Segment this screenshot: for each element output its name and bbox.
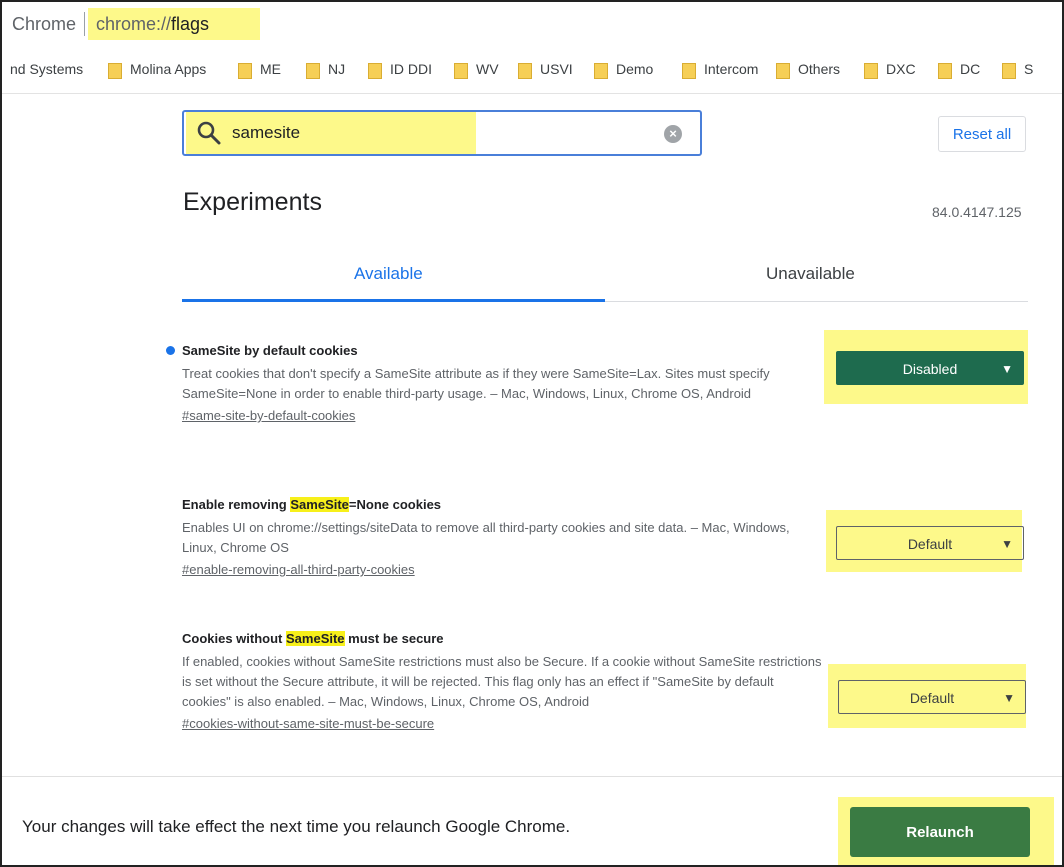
- reset-all-button[interactable]: Reset all: [938, 116, 1026, 152]
- experiment-select[interactable]: Disabled ▼: [836, 351, 1024, 385]
- bookmarks-bar: nd Systems Molina Apps ME NJ ID DDI WV U…: [2, 46, 1062, 94]
- experiment-description: Enables UI on chrome://settings/siteData…: [182, 520, 790, 555]
- active-tab-indicator: [182, 299, 605, 302]
- url-scheme: chrome://: [96, 14, 172, 34]
- folder-icon: [108, 63, 122, 79]
- tab-available[interactable]: Available: [354, 264, 423, 284]
- bookmark-item[interactable]: WV: [476, 61, 499, 81]
- chevron-down-icon: ▼: [1001, 537, 1013, 551]
- browser-window: Chrome chrome://flags nd Systems Molina …: [0, 0, 1064, 867]
- bookmark-item[interactable]: DC: [960, 61, 980, 81]
- site-label: Chrome: [12, 14, 77, 34]
- folder-icon: [682, 63, 696, 79]
- bookmark-item[interactable]: USVI: [540, 61, 573, 81]
- modified-dot-icon: [166, 346, 175, 355]
- experiment-samesite-by-default: SameSite by default cookies Treat cookie…: [166, 342, 822, 425]
- experiment-link[interactable]: #same-site-by-default-cookies: [182, 408, 355, 423]
- bookmark-item[interactable]: nd Systems: [10, 61, 83, 81]
- experiment-select[interactable]: Default ▼: [836, 526, 1024, 560]
- folder-icon: [938, 63, 952, 79]
- clear-search-icon[interactable]: ×: [664, 125, 682, 143]
- folder-icon: [306, 63, 320, 79]
- folder-icon: [454, 63, 468, 79]
- tab-unavailable[interactable]: Unavailable: [766, 264, 855, 284]
- version-label: 84.0.4147.125: [932, 204, 1022, 220]
- bookmark-item[interactable]: ME: [260, 61, 281, 81]
- experiment-title: Cookies without SameSite must be secure: [182, 631, 444, 646]
- bookmark-item[interactable]: ID DDI: [390, 61, 432, 81]
- bookmark-item[interactable]: Molina Apps: [130, 61, 206, 81]
- search-input[interactable]: [230, 120, 450, 146]
- url-text[interactable]: chrome://flags: [96, 14, 209, 35]
- experiment-description: Treat cookies that don't specify a SameS…: [182, 366, 770, 401]
- folder-icon: [1002, 63, 1016, 79]
- url-path: flags: [171, 14, 210, 34]
- bookmark-item[interactable]: NJ: [328, 61, 345, 81]
- bookmark-item[interactable]: Intercom: [704, 61, 758, 81]
- folder-icon: [776, 63, 790, 79]
- chevron-down-icon: ▼: [1001, 362, 1013, 376]
- experiment-title: Enable removing SameSite=None cookies: [182, 497, 442, 512]
- bookmark-item[interactable]: Others: [798, 61, 840, 81]
- experiment-description: If enabled, cookies without SameSite res…: [182, 654, 822, 709]
- address-bar[interactable]: Chrome chrome://flags: [2, 2, 1062, 46]
- search-icon: [197, 121, 221, 145]
- flags-page: × Reset all Experiments 84.0.4147.125 Av…: [2, 94, 1062, 865]
- page-title: Experiments: [183, 188, 322, 216]
- folder-icon: [238, 63, 252, 79]
- experiment-cookies-without-samesite-secure: Cookies without SameSite must be secure …: [182, 630, 822, 733]
- relaunch-bar: Your changes will take effect the next t…: [2, 776, 1062, 865]
- search-box[interactable]: ×: [182, 110, 702, 156]
- experiment-link[interactable]: #enable-removing-all-third-party-cookies: [182, 562, 415, 577]
- folder-icon: [368, 63, 382, 79]
- folder-icon: [864, 63, 878, 79]
- experiment-link[interactable]: #cookies-without-same-site-must-be-secur…: [182, 716, 434, 731]
- relaunch-button[interactable]: Relaunch: [850, 807, 1030, 857]
- experiment-select[interactable]: Default ▼: [838, 680, 1026, 714]
- folder-icon: [518, 63, 532, 79]
- relaunch-message: Your changes will take effect the next t…: [22, 817, 571, 836]
- experiment-removing-samesite-none: Enable removing SameSite=None cookies En…: [182, 496, 822, 579]
- folder-icon: [594, 63, 608, 79]
- bookmark-item[interactable]: S: [1024, 61, 1033, 81]
- experiment-title: SameSite by default cookies: [182, 343, 358, 358]
- bookmark-item[interactable]: DXC: [886, 61, 916, 81]
- address-separator: [84, 12, 85, 36]
- bookmark-item[interactable]: Demo: [616, 61, 653, 81]
- chevron-down-icon: ▼: [1003, 691, 1015, 705]
